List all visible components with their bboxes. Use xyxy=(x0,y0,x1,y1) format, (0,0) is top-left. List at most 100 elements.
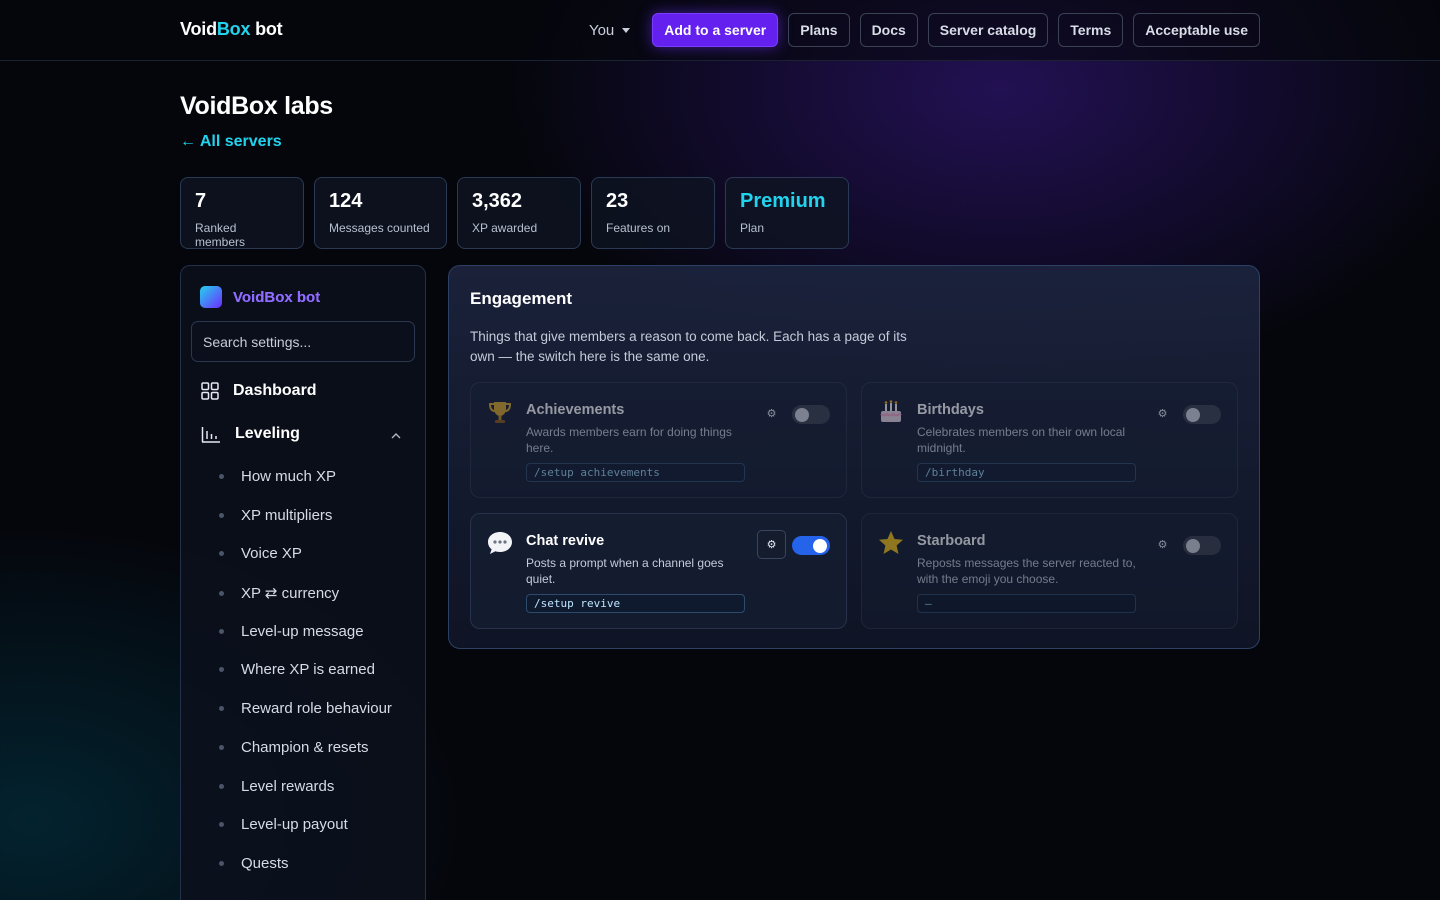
sidebar-header: VoidBox bot xyxy=(200,286,320,308)
stat-value: Premium xyxy=(740,190,826,212)
sidebar-item-dashboard[interactable]: Dashboard xyxy=(201,382,317,400)
starboard-toggle[interactable] xyxy=(1183,536,1221,555)
sidebar-subitem-level-rewards[interactable]: Level rewards xyxy=(219,778,334,795)
panel-description: Things that give members a reason to com… xyxy=(470,329,907,364)
brand-suffix: bot xyxy=(250,19,283,39)
bullet-dot-icon xyxy=(219,629,224,634)
feature-name: Birthdays xyxy=(917,402,984,418)
toggle-knob xyxy=(1186,538,1200,553)
gear-icon[interactable]: ⚙ xyxy=(757,399,786,428)
user-menu[interactable]: You xyxy=(588,21,631,39)
feature-card-birthdays: Birthdays Celebrates members on their ow… xyxy=(861,382,1238,498)
brand-prefix: Void xyxy=(180,19,217,39)
stat-label: Features on xyxy=(606,221,671,235)
sidebar-subitem-reward-role-behaviour[interactable]: Reward role behaviour xyxy=(219,700,392,717)
sidebar-item-label: Dashboard xyxy=(233,382,317,399)
stat-value: 7 xyxy=(195,190,207,212)
sidebar-item-leveling[interactable]: Leveling xyxy=(201,425,300,443)
bot-logo-icon xyxy=(200,286,222,308)
bullet-dot-icon xyxy=(219,513,224,518)
stat-label: Plan xyxy=(740,221,765,235)
bullet-dot-icon xyxy=(219,822,224,827)
brand-logo[interactable]: VoidBox bot xyxy=(180,19,283,40)
sidebar-subitem-label: Level-up payout xyxy=(241,816,348,833)
sidebar-subitem-label: XP ⇄ currency xyxy=(241,585,340,602)
feature-card-achievements: Achievements Awards members earn for doi… xyxy=(470,382,847,498)
sidebar-subitem-label: How much XP xyxy=(241,468,337,485)
gear-icon[interactable]: ⚙ xyxy=(1148,399,1177,428)
stat-label: Ranked members xyxy=(195,221,246,249)
add-to-server-button[interactable]: Add to a server xyxy=(652,13,779,47)
sidebar-subitem-label: Level-up message xyxy=(241,623,364,640)
stat-value: 23 xyxy=(606,190,629,212)
sidebar-subitem-xp-multipliers[interactable]: XP multipliers xyxy=(219,507,332,524)
server-catalog-link[interactable]: Server catalog xyxy=(927,13,1049,47)
sidebar-subitem-label: Level rewards xyxy=(241,778,335,795)
bullet-dot-icon xyxy=(219,784,224,789)
birthdays-toggle[interactable] xyxy=(1183,405,1221,424)
sidebar-subitem-label: Champion & resets xyxy=(241,739,369,756)
feature-name: Starboard xyxy=(917,533,986,549)
sidebar-subitem-label: Reward role behaviour xyxy=(241,700,392,717)
sidebar-subitem-level-up-message[interactable]: Level-up message xyxy=(219,623,364,640)
plans-link[interactable]: Plans xyxy=(788,13,850,47)
gear-icon[interactable]: ⚙ xyxy=(757,530,786,559)
acceptable-use-link[interactable]: Acceptable use xyxy=(1133,13,1260,47)
top-bar: VoidBox bot You Add to a server Plans Do… xyxy=(0,0,1440,61)
stat-card-xp-awarded: 3,362 XP awarded xyxy=(457,177,581,249)
brand-accent: Box xyxy=(216,19,251,39)
toggle-knob xyxy=(813,538,827,553)
bullet-dot-icon xyxy=(219,667,224,672)
achievements-toggle[interactable] xyxy=(792,405,830,424)
sidebar-subitem-where-xp-earned[interactable]: Where XP is earned xyxy=(219,661,375,678)
stat-card-features-on: 23 Features on xyxy=(591,177,715,249)
feature-name: Achievements xyxy=(526,402,625,418)
speech-bubble-icon xyxy=(488,532,512,554)
feature-command: /setup achievements xyxy=(526,463,745,482)
chevron-down-icon xyxy=(622,27,631,33)
user-menu-label: You xyxy=(588,21,615,39)
sidebar-item-label: Leveling xyxy=(235,425,300,442)
feature-name: Chat revive xyxy=(526,533,605,549)
bar-chart-icon xyxy=(201,427,220,443)
sidebar-subitem-label: Voice XP xyxy=(241,545,302,562)
toggle-knob xyxy=(1186,407,1200,422)
feature-command: /birthday xyxy=(917,463,1136,482)
star-icon xyxy=(879,531,903,554)
bullet-dot-icon xyxy=(219,861,224,866)
stat-label: XP awarded xyxy=(472,221,538,235)
sidebar-subitem-xp-currency[interactable]: XP ⇄ currency xyxy=(219,584,339,602)
terms-link[interactable]: Terms xyxy=(1058,13,1124,47)
feature-description: Reposts messages the server reacted to, … xyxy=(917,556,1136,586)
toggle-knob xyxy=(795,407,809,422)
bullet-dot-icon xyxy=(219,706,224,711)
chevron-up-icon[interactable] xyxy=(391,433,401,439)
feature-card-chat-revive: Chat revive Posts a prompt when a channe… xyxy=(470,513,847,629)
stat-value: 124 xyxy=(329,190,363,212)
sidebar-subitem-voice-xp[interactable]: Voice XP xyxy=(219,545,302,562)
sidebar-subitem-how-much-xp[interactable]: How much XP xyxy=(219,468,336,485)
sidebar-subitem-label: Quests xyxy=(241,855,289,872)
sidebar-subitem-quests[interactable]: Quests xyxy=(219,855,289,872)
settings-search-input[interactable] xyxy=(191,321,415,362)
chat-revive-toggle[interactable] xyxy=(792,536,830,555)
feature-command: /setup revive xyxy=(526,594,745,613)
panel-title: Engagement xyxy=(470,289,573,308)
feature-command: — xyxy=(917,594,1136,613)
stats-row: 7 Ranked members 124 Messages counted 3,… xyxy=(180,177,849,249)
stat-card-ranked-members: 7 Ranked members xyxy=(180,177,304,249)
stat-value: 3,362 xyxy=(472,190,523,212)
sidebar-subitem-level-up-payout[interactable]: Level-up payout xyxy=(219,816,348,833)
page-title: VoidBox labs xyxy=(180,92,333,120)
feature-description: Celebrates members on their own local mi… xyxy=(917,425,1126,455)
cake-icon xyxy=(880,400,902,422)
docs-link[interactable]: Docs xyxy=(859,13,918,47)
all-servers-link[interactable]: ← All servers xyxy=(180,133,282,151)
stat-card-messages-counted: 124 Messages counted xyxy=(314,177,447,249)
top-nav: You Add to a server Plans Docs Server ca… xyxy=(589,13,1260,47)
trophy-icon xyxy=(488,402,512,423)
gear-icon[interactable]: ⚙ xyxy=(1148,530,1177,559)
feature-description: Awards members earn for doing things her… xyxy=(526,425,732,455)
sidebar-subitem-champion-resets[interactable]: Champion & resets xyxy=(219,739,369,756)
bullet-dot-icon xyxy=(219,551,224,556)
